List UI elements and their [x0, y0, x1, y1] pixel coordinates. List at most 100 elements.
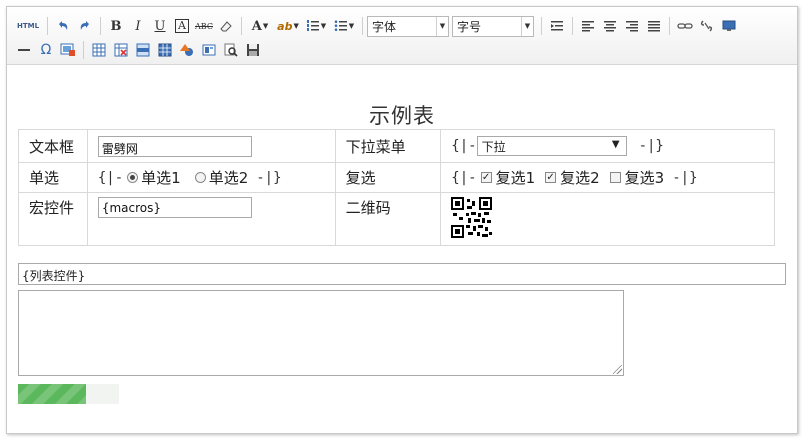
italic-button[interactable]: I — [127, 16, 149, 36]
text-input[interactable]: 雷劈网 — [97, 135, 252, 157]
text-area[interactable] — [18, 290, 624, 376]
chevron-down-icon: ▼ — [611, 139, 620, 150]
table-row: 单选 {|- 单选1 单选2 -|} 复选 {|- ✓ 复选1 ✓ 复选2 复选… — [18, 162, 775, 193]
font-family-value: 字体 — [372, 19, 397, 34]
undo-button[interactable] — [52, 16, 74, 36]
radio-button-1[interactable] — [127, 172, 139, 183]
italic-icon: I — [135, 18, 141, 34]
underline-button[interactable]: U — [149, 16, 171, 36]
template-button[interactable] — [198, 40, 220, 60]
ordered-list-button[interactable]: ▼ — [302, 16, 330, 36]
special-char-button[interactable]: Ω — [35, 40, 57, 60]
label-cell: 复选 — [334, 162, 442, 193]
eraser-button[interactable] — [215, 16, 237, 36]
chevron-down-icon: ▼ — [348, 22, 355, 30]
eraser-icon — [220, 21, 232, 32]
radio-open-marker: {|- — [97, 169, 124, 186]
align-justify-button[interactable] — [643, 16, 665, 36]
checkbox-label-2: 复选2 — [560, 169, 600, 187]
horizontal-rule-button[interactable] — [13, 40, 35, 60]
link-button[interactable] — [674, 16, 696, 36]
toolbar-row-1: HTML B I U A ABC A ▼ ab ▼ ▼ ▼ 字体 ▼ 字号 ▼ — [13, 14, 740, 38]
progress-bar-fill — [18, 384, 86, 404]
radio-label-2: 单选2 — [208, 169, 249, 187]
horizontal-rule-icon — [18, 49, 30, 51]
redo-button[interactable] — [74, 16, 96, 36]
label-cell: 二维码 — [334, 192, 442, 246]
radio-label-1: 单选1 — [141, 169, 181, 187]
label-cell: 文本框 — [18, 129, 88, 163]
insert-table-button[interactable] — [88, 40, 110, 60]
delete-table-button[interactable] — [110, 40, 132, 60]
align-left-button[interactable] — [577, 16, 599, 36]
table-row: 文本框 雷劈网 下拉菜单 {|- 下拉 ▼ -|} — [18, 129, 775, 163]
dropdown-close-marker: -|} — [638, 138, 664, 154]
font-size-select[interactable]: 字号 ▼ — [452, 15, 534, 37]
align-right-button[interactable] — [621, 16, 643, 36]
html-source-button[interactable]: HTML — [13, 16, 43, 36]
unlink-button[interactable] — [696, 16, 718, 36]
resize-grip-icon[interactable] — [613, 365, 622, 374]
qrcode-cell — [440, 192, 775, 246]
save-button[interactable] — [242, 40, 264, 60]
checkbox-3[interactable] — [609, 172, 621, 183]
form-table: 文本框 雷劈网 下拉菜单 {|- 下拉 ▼ -|} 单选 {|- 单选1 单选2… — [18, 129, 775, 246]
strikethrough-button[interactable]: ABC — [193, 16, 215, 36]
line-height-button[interactable] — [546, 16, 568, 36]
font-border-button[interactable]: A — [171, 16, 193, 36]
toolbar-separator — [47, 17, 48, 35]
floppy-disk-icon — [247, 44, 259, 56]
font-size-value: 字号 — [457, 19, 482, 34]
fullscreen-button[interactable] — [718, 16, 740, 36]
checkbox-open-marker: {|- — [451, 169, 477, 186]
qr-code-icon[interactable] — [451, 197, 493, 238]
shapes-icon — [180, 44, 193, 56]
checkbox-cell: {|- ✓ 复选1 ✓ 复选2 复选3 -|} — [440, 162, 775, 193]
chevron-down-icon: ▼ — [436, 16, 448, 36]
font-border-icon: A — [175, 19, 189, 33]
align-left-icon — [582, 21, 594, 32]
radio-cell: {|- 单选1 单选2 -|} — [86, 162, 336, 193]
ordered-list-icon — [306, 20, 319, 31]
font-family-select[interactable]: 字体 ▼ — [367, 15, 449, 37]
insert-column-button[interactable] — [154, 40, 176, 60]
editor-content[interactable]: 示例表 文本框 雷劈网 下拉菜单 {|- 下拉 ▼ -|} 单选 {|- 单选1… — [7, 66, 797, 433]
checkbox-1[interactable]: ✓ — [480, 172, 492, 183]
chevron-down-icon: ▼ — [262, 22, 269, 30]
toolbar-row-2: Ω — [13, 38, 264, 62]
dropdown-select[interactable]: 下拉 ▼ — [476, 136, 627, 156]
highlight-color-button[interactable]: ab ▼ — [274, 16, 302, 36]
insert-image-button[interactable] — [57, 40, 79, 60]
underline-icon: U — [154, 18, 166, 34]
row-label: 宏控件 — [29, 199, 75, 217]
unordered-list-button[interactable]: ▼ — [330, 16, 358, 36]
document-title: 示例表 — [369, 104, 435, 128]
editor-frame: HTML B I U A ABC A ▼ ab ▼ ▼ ▼ 字体 ▼ 字号 ▼ … — [6, 6, 798, 434]
align-center-button[interactable] — [599, 16, 621, 36]
list-control-input[interactable]: {列表控件} — [18, 263, 786, 285]
preview-button[interactable] — [220, 40, 242, 60]
row-label: 文本框 — [29, 137, 75, 156]
table-icon — [92, 43, 106, 57]
macro-cell: {macros} — [86, 192, 336, 246]
font-color-icon: A — [251, 18, 262, 34]
toolbar-separator — [572, 17, 573, 35]
omega-icon: Ω — [40, 42, 52, 58]
row-label: 单选 — [29, 169, 60, 187]
chevron-down-icon: ▼ — [320, 22, 327, 30]
dropdown-open-marker: {|- — [451, 138, 477, 154]
radio-button-2[interactable] — [194, 172, 206, 183]
checkbox-2[interactable]: ✓ — [545, 172, 557, 183]
shapes-button[interactable] — [176, 40, 198, 60]
row-label: 复选 — [345, 169, 376, 187]
html-source-label: HTML — [16, 22, 40, 30]
insert-row-button[interactable] — [132, 40, 154, 60]
table-delete-icon — [114, 43, 128, 57]
unlink-icon — [700, 20, 713, 32]
font-color-button[interactable]: A ▼ — [246, 16, 274, 36]
macro-input[interactable]: {macros} — [97, 197, 252, 218]
image-icon — [60, 43, 75, 56]
undo-icon — [59, 21, 68, 30]
bold-button[interactable]: B — [105, 16, 127, 36]
link-icon — [677, 23, 693, 29]
